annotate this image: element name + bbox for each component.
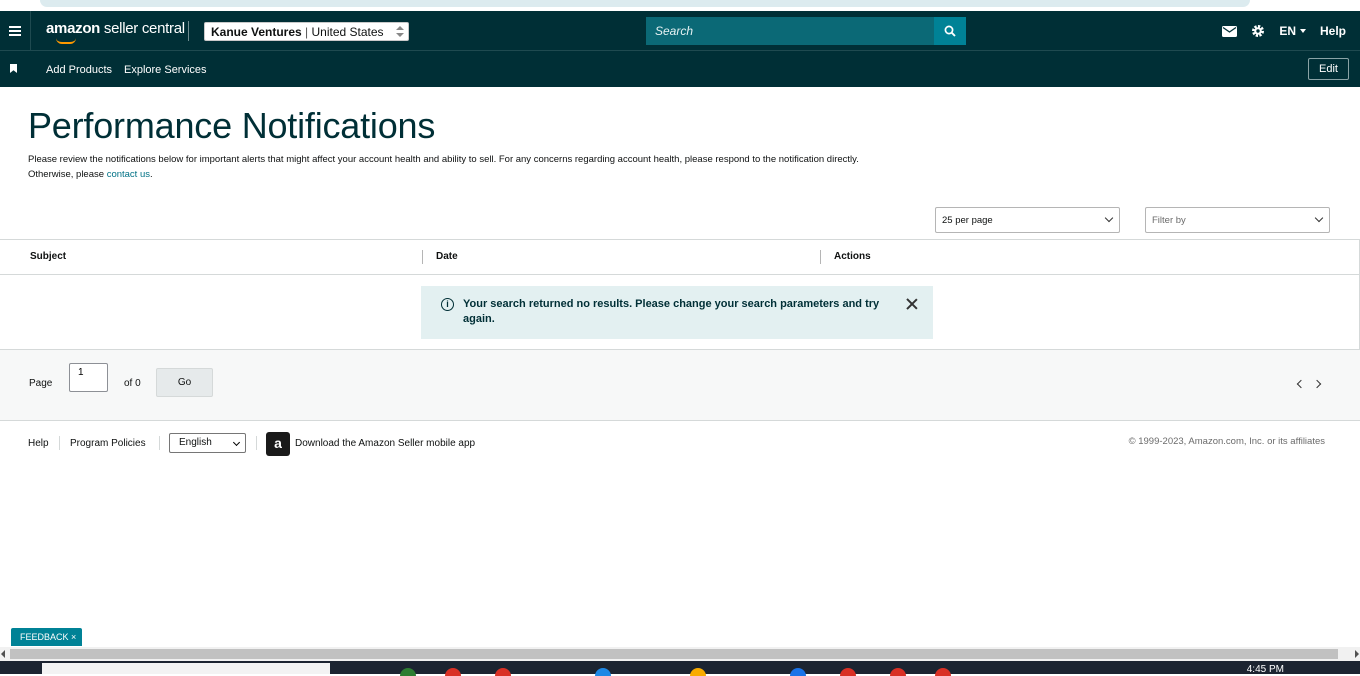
- nav-explore-services[interactable]: Explore Services: [124, 64, 207, 76]
- edit-nav-button[interactable]: Edit: [1308, 58, 1349, 80]
- no-results-message: Your search returned no results. Please …: [463, 298, 880, 325]
- help-label: Help: [1319, 24, 1346, 38]
- app-icon[interactable]: [400, 668, 416, 676]
- account-region: United States: [311, 25, 384, 39]
- per-page-value: 25 per page: [942, 215, 993, 226]
- account-name: Kanue Ventures: [211, 25, 302, 39]
- footer-divider: [256, 436, 257, 450]
- footer-help-link[interactable]: Help: [28, 438, 49, 449]
- close-icon[interactable]: [906, 298, 918, 310]
- os-taskbar: 4:45 PM: [0, 661, 1360, 676]
- browser-chrome: [0, 0, 1360, 11]
- app-icon[interactable]: [445, 668, 461, 676]
- filter-select[interactable]: Filter by: [1145, 207, 1330, 233]
- page-total: of 0: [124, 378, 141, 389]
- column-date[interactable]: Date: [436, 251, 458, 262]
- page-title: Performance Notifications: [28, 105, 436, 146]
- pagination: Page of 0 Go: [0, 350, 1360, 421]
- bookmark-icon[interactable]: [10, 64, 17, 73]
- footer-divider: [159, 436, 160, 450]
- app-icon[interactable]: [690, 668, 706, 676]
- gear-icon: [1252, 25, 1265, 37]
- program-policies-link[interactable]: Program Policies: [70, 438, 146, 449]
- column-divider: [422, 250, 423, 264]
- description-end: .: [150, 169, 153, 180]
- updown-arrows-icon: [395, 25, 404, 38]
- app-icon[interactable]: [890, 668, 906, 676]
- top-header: amazon seller central Kanue Ventures | U…: [0, 11, 1360, 51]
- column-subject[interactable]: Subject: [30, 251, 66, 262]
- download-app-link[interactable]: Download the Amazon Seller mobile app: [295, 438, 475, 449]
- scroll-right-icon[interactable]: [1355, 650, 1359, 658]
- header-actions: EN Help: [1208, 11, 1346, 51]
- language-selector[interactable]: EN: [1279, 24, 1306, 38]
- help-link[interactable]: Help: [1320, 24, 1346, 38]
- scroll-left-icon[interactable]: [1, 650, 5, 658]
- hamburger-icon: [9, 30, 21, 32]
- app-icon[interactable]: [840, 668, 856, 676]
- page-label: Page: [29, 378, 53, 389]
- settings-button[interactable]: [1251, 24, 1265, 38]
- logo-main-text: amazon: [46, 20, 101, 37]
- chevron-left-icon[interactable]: [1296, 379, 1306, 389]
- footer: Help Program Policies English a Download…: [0, 430, 1360, 460]
- taskbar-clock: 4:45 PM: [1246, 664, 1284, 675]
- chevron-right-icon[interactable]: [1312, 379, 1322, 389]
- nav-add-products[interactable]: Add Products: [46, 64, 112, 76]
- column-divider: [820, 250, 821, 264]
- per-page-select[interactable]: 25 per page: [935, 207, 1120, 233]
- footer-language-value: English: [179, 437, 212, 448]
- page-description: Please review the notifications below fo…: [28, 152, 888, 182]
- page-number-input[interactable]: [69, 363, 108, 392]
- taskbar-search[interactable]: [42, 663, 330, 674]
- notifications-table: Subject Date Actions i Your search retur…: [0, 239, 1360, 350]
- header-divider: [188, 21, 189, 41]
- footer-language-select[interactable]: English: [169, 433, 246, 453]
- table-header: Subject Date Actions: [0, 240, 1359, 275]
- info-icon: i: [441, 298, 454, 311]
- account-switcher[interactable]: Kanue Ventures | United States: [204, 22, 409, 41]
- amazon-smile-icon: [56, 38, 76, 44]
- app-icon[interactable]: [935, 668, 951, 676]
- filter-placeholder: Filter by: [1152, 215, 1186, 226]
- copyright: © 1999-2023, Amazon.com, Inc. or its aff…: [1128, 436, 1325, 447]
- app-icon[interactable]: [495, 668, 511, 676]
- chevron-down-icon: [232, 438, 241, 447]
- mail-icon: [1222, 25, 1238, 37]
- footer-divider: [59, 436, 60, 450]
- horizontal-scrollbar[interactable]: [0, 647, 1360, 661]
- scrollbar-thumb[interactable]: [10, 649, 1338, 659]
- go-button[interactable]: Go: [156, 368, 213, 397]
- logo-sub-text: seller central: [100, 20, 185, 37]
- browser-address-bar[interactable]: [40, 0, 1250, 7]
- caret-down-icon: [1299, 29, 1306, 33]
- search-icon: [944, 25, 956, 37]
- search-bar: [646, 17, 966, 45]
- search-input[interactable]: [646, 17, 934, 45]
- menu-button[interactable]: [0, 11, 31, 51]
- no-results-alert: i Your search returned no results. Pleas…: [421, 286, 933, 339]
- app-icon[interactable]: [790, 668, 806, 676]
- chevron-down-icon: [1104, 213, 1114, 223]
- messages-button[interactable]: [1222, 25, 1238, 37]
- column-actions[interactable]: Actions: [834, 251, 871, 262]
- seller-central-logo[interactable]: amazon seller central: [46, 20, 185, 44]
- language-label: EN: [1279, 24, 1296, 38]
- account-separator: |: [301, 25, 312, 39]
- secondary-nav: Add Products Explore Services Edit: [0, 51, 1360, 87]
- app-icon[interactable]: [595, 668, 611, 676]
- chevron-down-icon: [1314, 213, 1324, 223]
- feedback-button[interactable]: FEEDBACK ×: [11, 628, 83, 646]
- contact-us-link[interactable]: contact us: [107, 169, 150, 180]
- search-button[interactable]: [934, 17, 966, 45]
- amazon-app-icon[interactable]: a: [266, 432, 290, 456]
